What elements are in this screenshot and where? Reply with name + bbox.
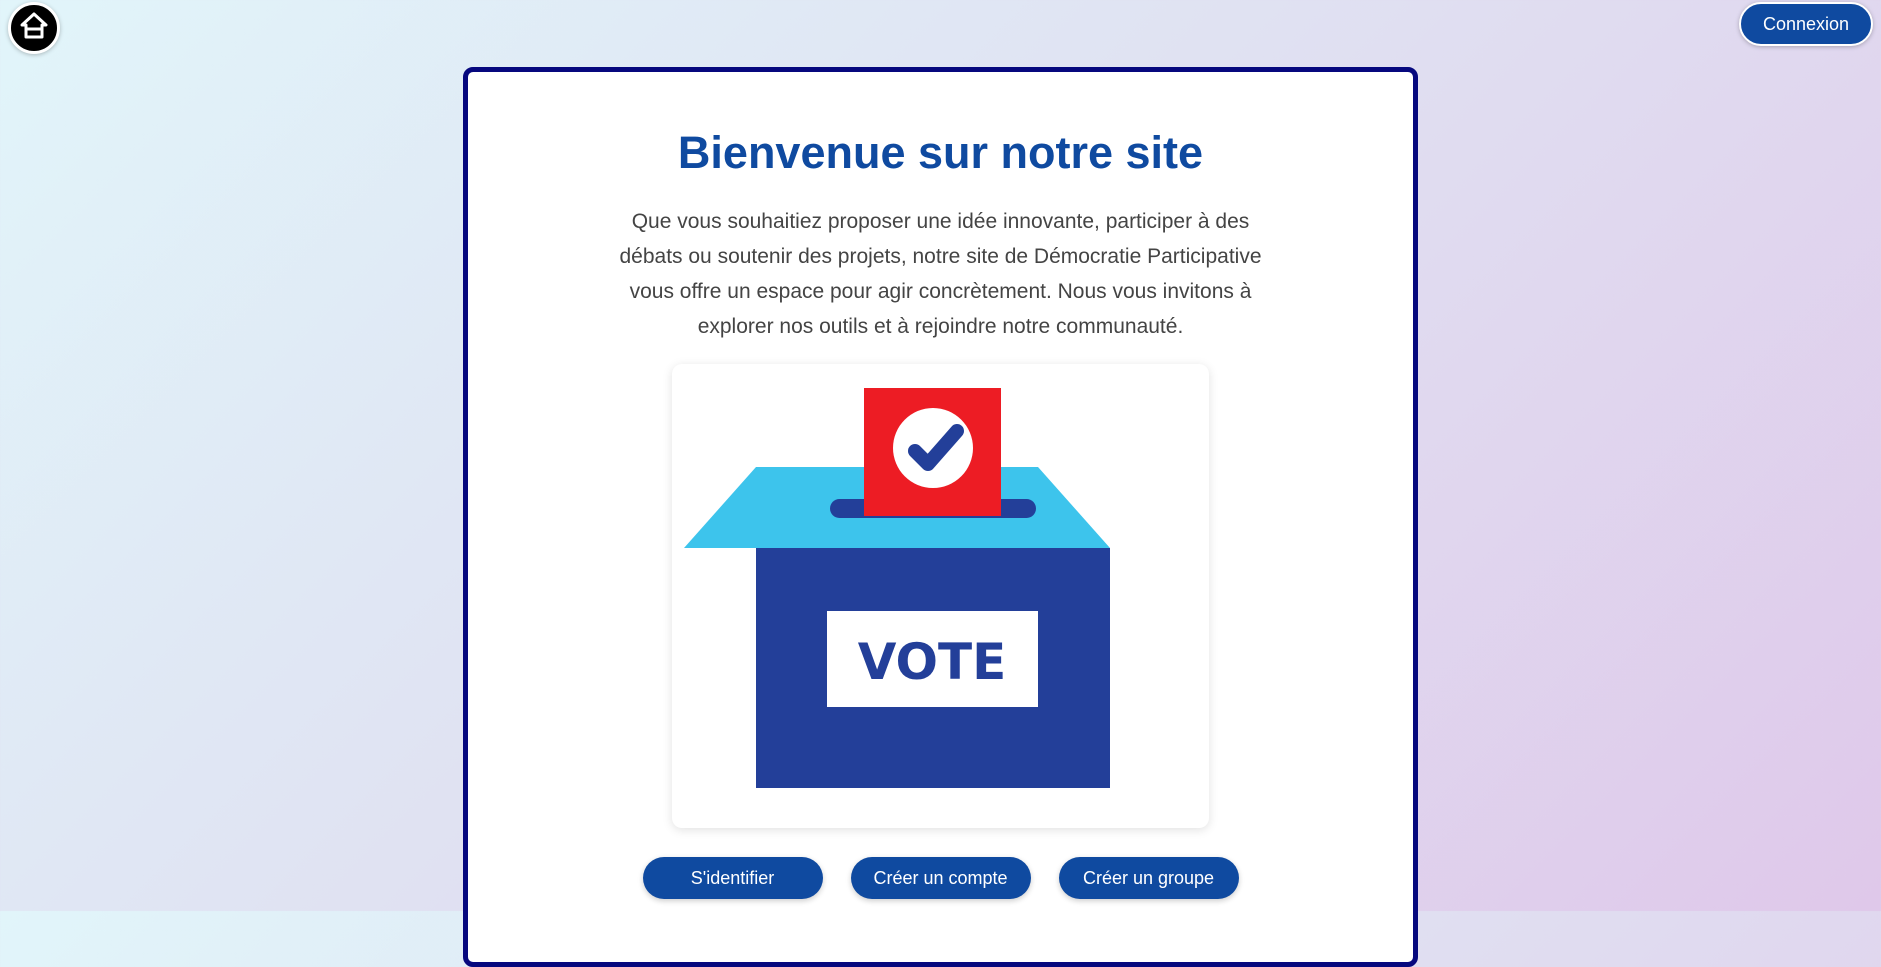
login-button[interactable]: Connexion bbox=[1739, 2, 1873, 46]
intro-text: Que vous souhaitiez proposer une idée in… bbox=[619, 210, 1262, 338]
welcome-card: Bienvenue sur notre site Que vous souhai… bbox=[463, 67, 1418, 967]
ballot-box-icon: VOTE bbox=[684, 388, 1110, 788]
vote-label: VOTE bbox=[858, 633, 1007, 691]
illustration-card: VOTE bbox=[672, 364, 1209, 828]
home-icon bbox=[18, 10, 50, 47]
create-account-button[interactable]: Créer un compte bbox=[850, 857, 1031, 899]
create-group-button[interactable]: Créer un groupe bbox=[1058, 857, 1239, 899]
page-title: Bienvenue sur notre site bbox=[677, 127, 1204, 178]
identify-button[interactable]: S'identifier bbox=[642, 857, 823, 899]
action-buttons: S'identifier Créer un compte Créer un gr… bbox=[468, 857, 1413, 899]
home-button[interactable] bbox=[8, 2, 60, 54]
